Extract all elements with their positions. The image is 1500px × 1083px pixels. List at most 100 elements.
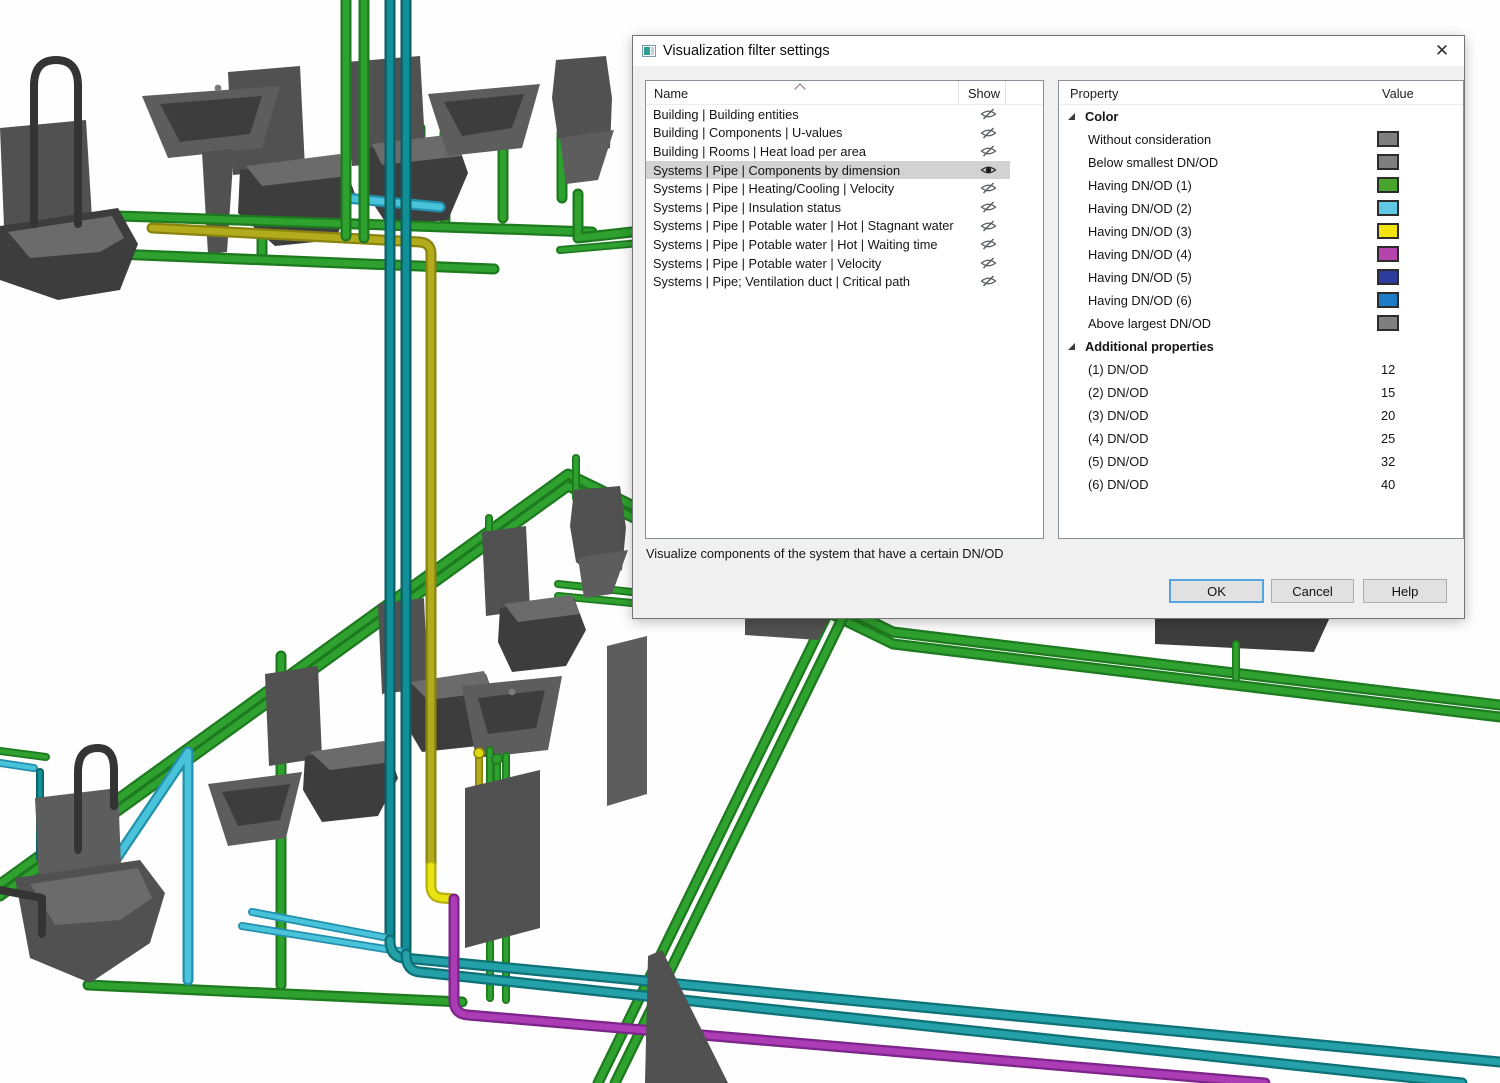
visibility-toggle[interactable]: [976, 275, 1000, 290]
property-value[interactable]: 12: [1381, 362, 1395, 377]
property-row[interactable]: (3) DN/OD 20: [1059, 404, 1463, 427]
visibility-toggle[interactable]: [976, 257, 1000, 272]
color-swatch[interactable]: [1377, 223, 1399, 239]
property-label: Having DN/OD (4): [1059, 247, 1192, 262]
dialog-title: Visualization filter settings: [663, 43, 830, 59]
collapse-icon[interactable]: [1067, 342, 1076, 351]
property-panel[interactable]: Property Value Color Without considerati…: [1058, 80, 1464, 539]
visibility-toggle[interactable]: [976, 164, 1000, 179]
column-show[interactable]: Show: [968, 86, 1000, 101]
property-value[interactable]: 15: [1381, 385, 1395, 400]
wash-basin: [428, 84, 540, 156]
radiator-edge: [645, 950, 728, 1083]
eye-slash-icon: [980, 275, 997, 287]
column-divider: [1005, 81, 1006, 104]
color-swatch[interactable]: [1377, 292, 1399, 308]
property-label: Having DN/OD (5): [1059, 270, 1192, 285]
property-row[interactable]: Having DN/OD (3): [1059, 220, 1463, 243]
property-label: (5) DN/OD: [1059, 454, 1148, 469]
filter-name: Systems | Pipe | Heating/Cooling | Veloc…: [646, 181, 894, 196]
filter-row[interactable]: Building | Components | U-values: [646, 124, 1010, 143]
property-row[interactable]: (2) DN/OD 15: [1059, 381, 1463, 404]
sort-ascending-icon: [794, 83, 805, 94]
property-row[interactable]: Having DN/OD (2): [1059, 197, 1463, 220]
property-row[interactable]: Having DN/OD (4): [1059, 243, 1463, 266]
property-label: (4) DN/OD: [1059, 431, 1148, 446]
property-value[interactable]: 25: [1381, 431, 1395, 446]
filter-row[interactable]: Systems | Pipe | Potable water | Hot | S…: [646, 217, 1010, 236]
eye-slash-icon: [980, 145, 997, 157]
property-row[interactable]: (4) DN/OD 25: [1059, 427, 1463, 450]
property-row[interactable]: (1) DN/OD 12: [1059, 358, 1463, 381]
filter-row[interactable]: Systems | Pipe | Heating/Cooling | Veloc…: [646, 179, 1010, 198]
color-swatch[interactable]: [1377, 200, 1399, 216]
group-color[interactable]: Color: [1059, 105, 1463, 128]
color-swatch[interactable]: [1377, 246, 1399, 262]
color-swatch[interactable]: [1377, 131, 1399, 147]
column-value: Value: [1382, 86, 1414, 101]
eye-slash-icon: [980, 127, 997, 139]
filter-row[interactable]: Systems | Pipe | Potable water | Hot | W…: [646, 235, 1010, 254]
property-row[interactable]: Having DN/OD (6): [1059, 289, 1463, 312]
group-label: Color: [1085, 109, 1118, 124]
close-icon[interactable]: ✕: [1429, 38, 1455, 64]
property-row[interactable]: Having DN/OD (1): [1059, 174, 1463, 197]
group-additional-properties[interactable]: Additional properties: [1059, 335, 1463, 358]
filter-row[interactable]: Systems | Pipe | Insulation status: [646, 198, 1010, 217]
ok-button[interactable]: OK: [1169, 579, 1264, 603]
urinal: [570, 486, 628, 598]
property-value[interactable]: 20: [1381, 408, 1395, 423]
visibility-toggle[interactable]: [976, 108, 1000, 123]
column-divider: [958, 81, 959, 104]
color-swatch[interactable]: [1377, 269, 1399, 285]
wall-toilet: [482, 526, 586, 672]
eye-slash-icon: [980, 108, 997, 120]
list-header[interactable]: Name Show: [646, 81, 1043, 105]
property-label: Having DN/OD (3): [1059, 224, 1192, 239]
dialog-titlebar[interactable]: Visualization filter settings ✕: [633, 36, 1464, 66]
property-row[interactable]: Without consideration: [1059, 128, 1463, 151]
filter-row-selected[interactable]: Systems | Pipe | Components by dimension: [646, 161, 1010, 180]
application-window: Visualization filter settings ✕ Name Sho…: [0, 0, 1500, 1083]
property-row[interactable]: (6) DN/OD 40: [1059, 473, 1463, 496]
cancel-button[interactable]: Cancel: [1271, 579, 1354, 603]
filter-row[interactable]: Building | Building entities: [646, 105, 1010, 124]
property-header: Property Value: [1059, 81, 1463, 105]
property-row[interactable]: Below smallest DN/OD: [1059, 151, 1463, 174]
eye-slash-icon: [980, 257, 997, 269]
filter-name: Systems | Pipe | Potable water | Hot | W…: [646, 237, 938, 252]
property-value[interactable]: 40: [1381, 477, 1395, 492]
visibility-toggle[interactable]: [976, 145, 1000, 160]
property-row[interactable]: Having DN/OD (5): [1059, 266, 1463, 289]
radiator-panel: [1155, 617, 1330, 652]
eye-slash-icon: [980, 238, 997, 250]
filter-row[interactable]: Building | Rooms | Heat load per area: [646, 142, 1010, 161]
property-row[interactable]: (5) DN/OD 32: [1059, 450, 1463, 473]
visibility-toggle[interactable]: [976, 220, 1000, 235]
color-swatch[interactable]: [1377, 154, 1399, 170]
help-button[interactable]: Help: [1363, 579, 1447, 603]
property-value[interactable]: 32: [1381, 454, 1395, 469]
eye-slash-icon: [980, 201, 997, 213]
visibility-toggle[interactable]: [976, 238, 1000, 253]
property-label: Without consideration: [1059, 132, 1211, 147]
filter-list[interactable]: Name Show Building | Building entities B…: [645, 80, 1044, 539]
property-row[interactable]: Above largest DN/OD: [1059, 312, 1463, 335]
visibility-toggle[interactable]: [976, 182, 1000, 197]
filter-name: Systems | Pipe; Ventilation duct | Criti…: [646, 274, 910, 289]
property-label: Below smallest DN/OD: [1059, 155, 1218, 170]
filter-name: Building | Building entities: [646, 107, 799, 122]
column-name[interactable]: Name: [654, 86, 688, 101]
color-swatch[interactable]: [1377, 315, 1399, 331]
filter-row[interactable]: Systems | Pipe | Potable water | Velocit…: [646, 254, 1010, 273]
filter-row[interactable]: Systems | Pipe; Ventilation duct | Criti…: [646, 272, 1010, 291]
filter-name: Systems | Pipe | Potable water | Velocit…: [646, 256, 881, 271]
filter-name: Systems | Pipe | Potable water | Hot | S…: [646, 218, 954, 233]
color-swatch[interactable]: [1377, 177, 1399, 193]
radiator-panel: [745, 617, 830, 640]
radiator-panel: [607, 636, 647, 806]
visibility-toggle[interactable]: [976, 127, 1000, 142]
collapse-icon[interactable]: [1067, 112, 1076, 121]
property-label: Above largest DN/OD: [1059, 316, 1211, 331]
visibility-toggle[interactable]: [976, 201, 1000, 216]
